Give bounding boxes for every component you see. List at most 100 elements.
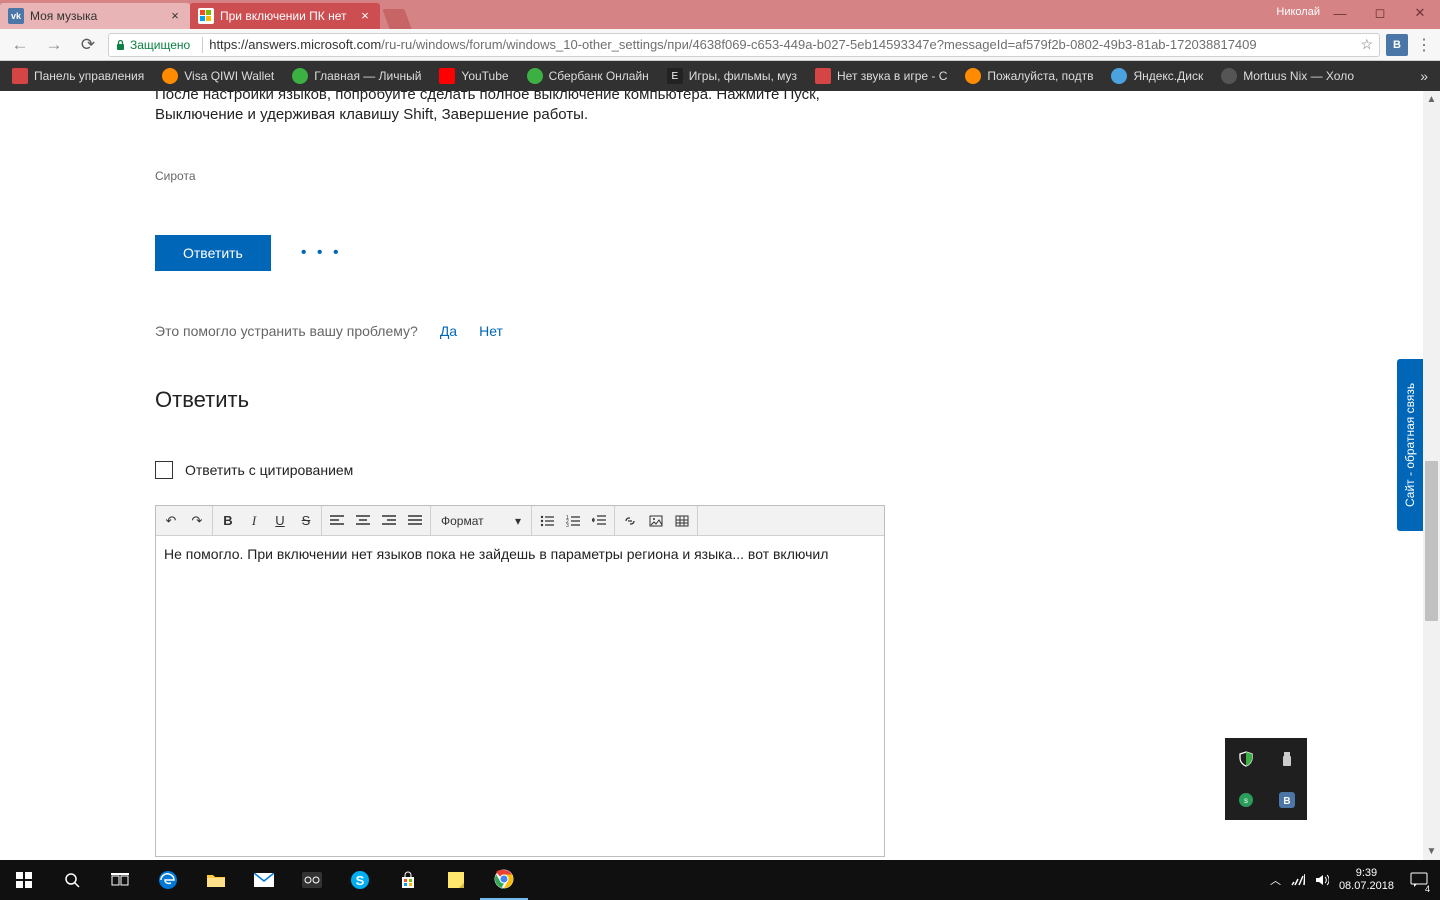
defender-tray-icon[interactable] [1225,738,1266,779]
quote-checkbox-label[interactable]: Ответить с цитированием [185,462,353,478]
nav-back-button[interactable]: ← [6,31,34,59]
task-view-button[interactable] [96,860,144,900]
reply-heading: Ответить [155,387,1378,413]
strikethrough-button[interactable]: S [293,508,319,534]
link-button[interactable] [617,508,643,534]
svg-text:3: 3 [566,523,569,527]
browser-tab-2[interactable]: При включении ПК нет × [190,3,380,29]
bold-button[interactable]: B [215,508,241,534]
url-text: https://answers.microsoft.com/ru-ru/wind… [209,37,1354,52]
bookmark-item[interactable]: Панель управления [4,63,152,89]
tab-title: Моя музыка [30,9,164,23]
chrome-menu-button[interactable]: ⋮ [1414,35,1434,55]
scroll-up-button[interactable]: ▲ [1423,91,1440,108]
reply-button[interactable]: Ответить [155,235,271,271]
movies-taskbar-icon[interactable] [288,860,336,900]
taskbar-clock[interactable]: 9:39 08.07.2018 [1339,867,1394,893]
window-maximize-button[interactable]: ◻ [1360,0,1400,26]
vk-favicon: vk [8,8,24,24]
redo-button[interactable]: ↷ [184,508,210,534]
chrome-profile-name[interactable]: Николай [1276,6,1320,18]
tab-title: При включении ПК нет [220,9,354,23]
image-button[interactable] [643,508,669,534]
table-button[interactable] [669,508,695,534]
nav-reload-button[interactable]: ⟳ [74,31,102,59]
bookmarks-bar: Панель управления Visa QIWI Wallet Главн… [0,61,1440,91]
search-button[interactable] [48,860,96,900]
chevron-down-icon: ▾ [515,514,521,528]
vertical-scrollbar[interactable]: ▲ ▼ [1423,91,1440,860]
underline-button[interactable]: U [267,508,293,534]
start-button[interactable] [0,860,48,900]
bookmark-item[interactable]: YouTube [431,63,516,89]
system-tray-overflow: s B [1225,738,1307,820]
bookmark-item[interactable]: Visa QIWI Wallet [154,63,282,89]
store-taskbar-icon[interactable] [384,860,432,900]
new-tab-button[interactable] [382,9,411,29]
nav-forward-button[interactable]: → [40,31,68,59]
outdent-button[interactable] [586,508,612,534]
browser-tabstrip: vk Моя музыка × При включении ПК нет × Н… [0,0,1440,29]
volume-tray-icon[interactable] [1315,874,1329,886]
align-left-button[interactable] [324,508,350,534]
vk-tray-icon[interactable]: B [1266,779,1307,820]
bookmark-item[interactable]: EИгры, фильмы, муз [659,63,805,89]
align-justify-button[interactable] [402,508,428,534]
svg-text:B: B [1283,796,1290,807]
address-bar[interactable]: Защищено https://answers.microsoft.com/r… [108,33,1380,57]
answer-body: Добрый день. После настройки языков, поп… [155,91,1378,125]
bookmark-item[interactable]: Главная — Личный [284,63,429,89]
answer-signature: Сирота [155,169,1378,183]
window-minimize-button[interactable]: — [1320,0,1360,26]
italic-button[interactable]: I [241,508,267,534]
browser-tab-1[interactable]: vk Моя музыка × [0,3,190,29]
skype-taskbar-icon[interactable]: S [336,860,384,900]
align-center-button[interactable] [350,508,376,534]
bookmark-item[interactable]: Mortuus Nix — Холо [1213,63,1362,89]
explorer-taskbar-icon[interactable] [192,860,240,900]
app-tray-icon[interactable]: s [1225,779,1266,820]
align-right-button[interactable] [376,508,402,534]
chrome-taskbar-icon[interactable] [480,860,528,900]
scroll-down-button[interactable]: ▼ [1423,843,1440,860]
bookmark-star-icon[interactable]: ☆ [1360,36,1373,53]
helpful-yes-link[interactable]: Да [440,323,457,339]
reply-editor: ↶ ↷ B I U S [155,505,885,857]
network-tray-icon[interactable] [1291,874,1305,886]
vk-extension-icon[interactable]: B [1386,34,1408,56]
window-close-button[interactable]: ✕ [1400,0,1440,26]
format-dropdown[interactable]: Формат ▾ [433,508,529,534]
helpful-question: Это помогло устранить вашу проблему? [155,323,418,339]
notes-taskbar-icon[interactable] [432,860,480,900]
tray-expand-button[interactable]: ︿ [1270,872,1281,888]
mail-taskbar-icon[interactable] [240,860,288,900]
bullet-list-button[interactable] [534,508,560,534]
svg-text:S: S [356,873,365,888]
close-icon[interactable]: × [168,9,182,23]
quote-checkbox[interactable] [155,461,173,479]
edge-taskbar-icon[interactable] [144,860,192,900]
site-feedback-tab[interactable]: Сайт - обратная связь [1397,359,1423,531]
numbered-list-button[interactable]: 123 [560,508,586,534]
close-icon[interactable]: × [358,9,372,23]
helpful-no-link[interactable]: Нет [479,323,503,339]
lock-icon [115,39,126,51]
page-viewport: Добрый день. После настройки языков, поп… [0,91,1440,860]
secure-indicator: Защищено [115,38,190,52]
action-center-button[interactable]: 4 [1404,860,1434,900]
svg-text:s: s [1244,796,1248,805]
editor-textarea[interactable]: Не помогло. При включении нет языков пок… [156,536,884,856]
ms-favicon [198,8,214,24]
editor-toolbar: ↶ ↷ B I U S [156,506,884,536]
undo-button[interactable]: ↶ [158,508,184,534]
browser-toolbar: ← → ⟳ Защищено https://answers.microsoft… [0,29,1440,61]
bookmark-item[interactable]: Пожалуйста, подтв [957,63,1101,89]
more-actions-button[interactable]: • • • [301,244,342,262]
bookmarks-overflow-button[interactable]: » [1412,68,1436,84]
windows-taskbar: S ︿ 9:39 08.07.2018 4 [0,860,1440,900]
bookmark-item[interactable]: Яндекс.Диск [1103,63,1211,89]
bookmark-item[interactable]: Нет звука в игре - С [807,63,955,89]
scrollbar-thumb[interactable] [1425,461,1438,621]
usb-tray-icon[interactable] [1266,738,1307,779]
bookmark-item[interactable]: Сбербанк Онлайн [519,63,657,89]
